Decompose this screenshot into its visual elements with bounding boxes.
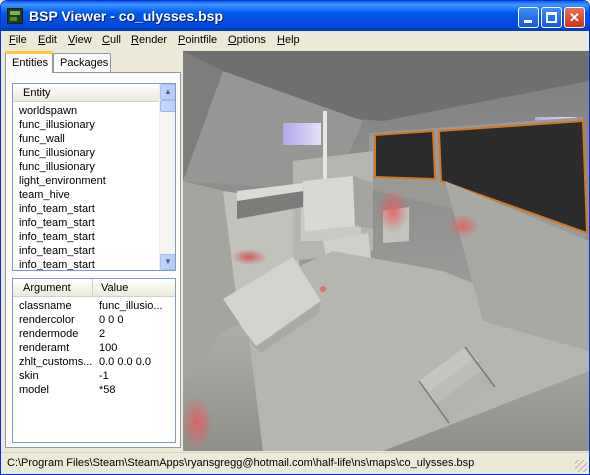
argument-cell: renderamt xyxy=(19,342,70,354)
table-row[interactable]: classname func_illusio... xyxy=(13,299,175,313)
app-window: BSP Viewer - co_ulysses.bsp ✕ File Edit … xyxy=(0,0,590,475)
menu-bar: File Edit View Cull Render Pointfile Opt… xyxy=(1,31,589,51)
table-row[interactable]: renderamt 100 xyxy=(13,341,175,355)
app-icon xyxy=(7,8,23,24)
rendered-map-view xyxy=(183,51,589,451)
chevron-down-icon: ▼ xyxy=(164,257,172,266)
resize-grip-icon[interactable] xyxy=(575,460,587,472)
value-cell: 0.0 0.0 0.0 xyxy=(99,356,151,368)
list-item[interactable]: light_environment xyxy=(13,174,106,188)
entity-list[interactable]: Entity worldspawn func_illusionary func_… xyxy=(12,83,176,271)
3d-viewport[interactable] xyxy=(183,51,589,451)
argument-cell: model xyxy=(19,384,49,396)
argument-cell: zhlt_customs... xyxy=(19,356,93,368)
close-button[interactable]: ✕ xyxy=(564,7,585,28)
tab-packages[interactable]: Packages xyxy=(53,53,111,73)
tab-entities[interactable]: Entities xyxy=(5,51,53,73)
menu-options[interactable]: Options xyxy=(228,34,266,46)
menu-edit[interactable]: Edit xyxy=(38,34,57,46)
value-column-header[interactable]: Value xyxy=(93,279,175,297)
list-item[interactable]: info_team_start xyxy=(13,230,95,244)
argument-cell: classname xyxy=(19,300,72,312)
scroll-down-button[interactable]: ▼ xyxy=(160,254,175,270)
window-title: BSP Viewer - co_ulysses.bsp xyxy=(29,8,224,24)
status-file-path: C:\Program Files\Steam\SteamApps\ryansgr… xyxy=(7,457,475,469)
menu-file[interactable]: File xyxy=(9,34,27,46)
argument-cell: rendermode xyxy=(19,328,79,340)
maximize-icon xyxy=(546,12,557,23)
chevron-up-icon: ▲ xyxy=(164,87,172,96)
table-row[interactable]: skin -1 xyxy=(13,369,175,383)
maximize-button[interactable] xyxy=(541,7,562,28)
list-item[interactable]: func_illusionary xyxy=(13,160,95,174)
value-cell: -1 xyxy=(99,370,109,382)
menu-view[interactable]: View xyxy=(68,34,92,46)
argument-column-header[interactable]: Argument xyxy=(13,279,93,297)
close-icon: ✕ xyxy=(569,10,580,25)
entity-list-header: Entity xyxy=(13,84,161,102)
table-row[interactable]: rendercolor 0 0 0 xyxy=(13,313,175,327)
menu-pointfile[interactable]: Pointfile xyxy=(178,34,217,46)
menu-help[interactable]: Help xyxy=(277,34,300,46)
menu-render[interactable]: Render xyxy=(131,34,167,46)
list-item[interactable]: func_illusionary xyxy=(13,118,95,132)
title-bar[interactable]: BSP Viewer - co_ulysses.bsp ✕ xyxy=(1,1,589,31)
scroll-thumb[interactable] xyxy=(160,100,175,112)
entity-column-header[interactable]: Entity xyxy=(13,84,161,102)
list-item[interactable]: func_illusionary xyxy=(13,146,95,160)
list-item[interactable]: worldspawn xyxy=(13,104,77,118)
property-list[interactable]: Argument Value classname func_illusio... … xyxy=(12,278,176,443)
property-list-header: Argument Value xyxy=(13,279,175,297)
minimize-icon xyxy=(524,20,532,23)
value-cell: 0 0 0 xyxy=(99,314,124,326)
table-row[interactable]: model *58 xyxy=(13,383,175,397)
entity-list-scrollbar[interactable]: ▲ ▼ xyxy=(159,84,175,270)
value-cell: *58 xyxy=(99,384,116,396)
value-cell: func_illusio... xyxy=(99,300,163,312)
scroll-up-button[interactable]: ▲ xyxy=(160,84,175,100)
table-row[interactable]: zhlt_customs... 0.0 0.0 0.0 xyxy=(13,355,175,369)
value-cell: 2 xyxy=(99,328,106,340)
argument-cell: skin xyxy=(19,370,39,382)
argument-cell: rendercolor xyxy=(19,314,75,326)
list-item[interactable]: team_hive xyxy=(13,188,70,202)
minimize-button[interactable] xyxy=(518,7,539,28)
list-item[interactable]: info_team_start xyxy=(13,216,95,230)
list-item[interactable]: info_team_start xyxy=(13,202,95,216)
list-item[interactable]: func_wall xyxy=(13,132,65,146)
entities-panel: Entity worldspawn func_illusionary func_… xyxy=(5,72,181,448)
list-item[interactable]: info_team_start xyxy=(13,244,95,258)
menu-cull[interactable]: Cull xyxy=(102,34,121,46)
status-bar: C:\Program Files\Steam\SteamApps\ryansgr… xyxy=(1,452,589,474)
value-cell: 100 xyxy=(99,342,118,354)
table-row[interactable]: rendermode 2 xyxy=(13,327,175,341)
list-item[interactable]: info_team_start xyxy=(13,258,95,270)
